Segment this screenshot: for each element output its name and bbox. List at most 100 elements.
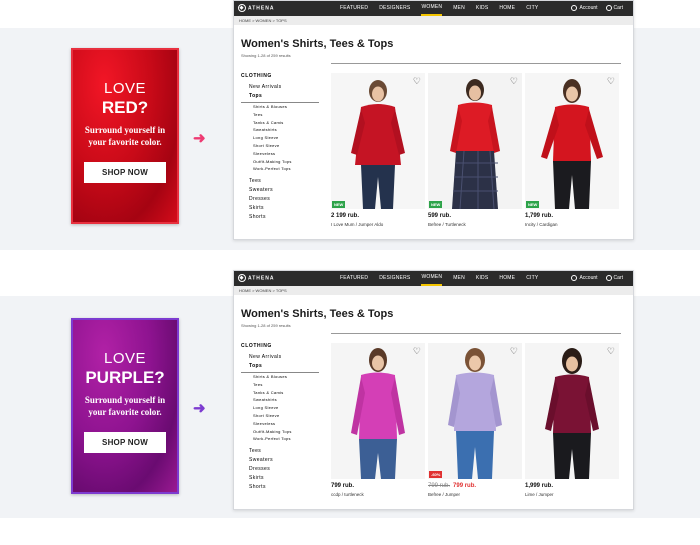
sidebar-item[interactable]: Shorts <box>241 213 319 222</box>
wishlist-heart-icon[interactable]: ♡ <box>413 346 421 357</box>
divider <box>331 333 621 334</box>
sidebar-item[interactable]: Shorts <box>241 483 319 492</box>
product-card[interactable]: ♡ 1,999 rub. Lime / Jumper <box>525 343 619 497</box>
sidebar-sub-item[interactable]: Long Sleeve <box>241 404 319 412</box>
sidebar-sub-item[interactable]: Tanks & Camis <box>241 389 319 397</box>
sidebar-sub-item[interactable]: Shirts & Blouses <box>241 373 319 381</box>
wishlist-heart-icon[interactable]: ♡ <box>413 76 421 87</box>
red-promo-ad[interactable]: LOVE RED? Surround yourself in your favo… <box>71 48 179 224</box>
product-brand[interactable]: Lime / Jumper <box>525 492 619 497</box>
logo-mark-icon: ◆ <box>238 4 246 12</box>
nav-city[interactable]: CITY <box>526 1 538 16</box>
nav-featured[interactable]: FEATURED <box>340 1 368 16</box>
sidebar-sub-item[interactable]: Long Sleeve <box>241 134 319 142</box>
product-brand[interactable]: Befree / Turtleneck <box>428 222 522 227</box>
nav-men[interactable]: MEN <box>453 271 465 286</box>
athena-logo[interactable]: ◆ ATHENA <box>238 4 274 12</box>
sidebar-sub-item[interactable]: Work-Perfect Tops <box>241 165 319 173</box>
product-grid: ♡ NEW 2 199 rub. I Love Mum / Jumper Ald… <box>331 73 622 227</box>
nav-men[interactable]: MEN <box>453 1 465 16</box>
logo-mark-icon: ◆ <box>238 274 246 282</box>
product-card[interactable]: ♡ 799 rub. ccdp / turtleneck <box>331 343 425 497</box>
ad-color-question: PURPLE? <box>85 368 165 387</box>
sidebar-item[interactable]: Tees <box>241 177 319 186</box>
sidebar-item[interactable]: Sweaters <box>241 186 319 195</box>
breadcrumb[interactable]: HOME > WOMEN > TOPS <box>234 286 633 295</box>
product-photo[interactable]: ♡ <box>331 343 425 479</box>
wishlist-heart-icon[interactable]: ♡ <box>607 76 615 87</box>
product-card[interactable]: ♡ -60% 799 rub. 799 rub. Befree / Jumper <box>428 343 522 497</box>
product-photo[interactable]: ♡ NEW <box>525 73 619 209</box>
sidebar-item-new-arrivals[interactable]: New Arrivals <box>241 353 319 362</box>
sidebar-heading: CLOTHING <box>241 73 272 79</box>
sidebar-sub-item[interactable]: Sleeveless <box>241 150 319 158</box>
account-link[interactable]: Account <box>571 1 598 16</box>
nav-women[interactable]: WOMEN <box>421 1 443 16</box>
sidebar-item[interactable]: Dresses <box>241 195 319 204</box>
sidebar-sub-item[interactable]: Outfit-Making Tops <box>241 428 319 436</box>
nav-kids[interactable]: KIDS <box>476 271 488 286</box>
product-card[interactable]: ♡ NEW 2 199 rub. I Love Mum / Jumper Ald… <box>331 73 425 227</box>
athena-logo[interactable]: ◆ ATHENA <box>238 274 274 282</box>
top-nav-bar: ◆ ATHENA FEATURED DESIGNERS WOMEN MEN KID… <box>234 1 633 16</box>
product-photo[interactable]: ♡ -60% <box>428 343 522 479</box>
sidebar-item[interactable]: Sweaters <box>241 456 319 465</box>
product-brand[interactable]: I Love Mum / Jumper Aldo <box>331 222 425 227</box>
nav-designers[interactable]: DESIGNERS <box>379 271 410 286</box>
product-photo[interactable]: ♡ NEW <box>331 73 425 209</box>
nav-women[interactable]: WOMEN <box>421 271 443 286</box>
sidebar-item-new-arrivals[interactable]: New Arrivals <box>241 83 319 92</box>
account-link[interactable]: Account <box>571 271 598 286</box>
sidebar-sub-item[interactable]: Sweatshirts <box>241 126 319 134</box>
sidebar-sub-item[interactable]: Sweatshirts <box>241 396 319 404</box>
cart-icon <box>605 274 612 281</box>
nav-kids[interactable]: KIDS <box>476 1 488 16</box>
product-photo[interactable]: ♡ NEW <box>428 73 522 209</box>
cart-icon <box>605 4 612 11</box>
sidebar-item-tops[interactable]: Tops <box>241 92 319 101</box>
product-brand[interactable]: ccdp / turtleneck <box>331 492 425 497</box>
shop-now-button[interactable]: SHOP NOW <box>84 162 166 183</box>
sidebar-item[interactable]: Tees <box>241 447 319 456</box>
nav-city[interactable]: CITY <box>526 271 538 286</box>
wishlist-heart-icon[interactable]: ♡ <box>510 76 518 87</box>
sidebar-sub-item[interactable]: Short Sleeve <box>241 412 319 420</box>
sidebar-sub-item[interactable]: Outfit-Making Tops <box>241 158 319 166</box>
product-photo[interactable]: ♡ <box>525 343 619 479</box>
purple-promo-ad[interactable]: LOVE PURPLE? Surround yourself in your f… <box>71 318 179 494</box>
nav-home[interactable]: HOME <box>499 271 515 286</box>
purple-arrow-icon: ➜ <box>193 400 206 417</box>
product-brand[interactable]: Incity / Cardigan <box>525 222 619 227</box>
product-card[interactable]: ♡ NEW 599 rub. Befree / Turtleneck <box>428 73 522 227</box>
sidebar-sub-item[interactable]: Shirts & Blouses <box>241 103 319 111</box>
sidebar-item[interactable]: Skirts <box>241 204 319 213</box>
main-nav: FEATURED DESIGNERS WOMEN MEN KIDS HOME C… <box>340 1 549 16</box>
account-icon <box>571 4 578 11</box>
sidebar-sub-item[interactable]: Work-Perfect Tops <box>241 435 319 443</box>
cart-link[interactable]: Cart <box>605 271 623 286</box>
wishlist-heart-icon[interactable]: ♡ <box>510 346 518 357</box>
cart-link[interactable]: Cart <box>605 1 623 16</box>
new-badge: NEW <box>429 201 443 208</box>
product-price: 799 rub. 799 rub. <box>428 483 522 489</box>
wishlist-heart-icon[interactable]: ♡ <box>607 346 615 357</box>
sidebar-sub-item[interactable]: Tanks & Camis <box>241 119 319 127</box>
sidebar-sub-item[interactable]: Tees <box>241 111 319 119</box>
model-figure-burgundy-jumper <box>525 343 619 479</box>
sidebar-item[interactable]: Dresses <box>241 465 319 474</box>
sidebar-sub-item[interactable]: Short Sleeve <box>241 142 319 150</box>
nav-designers[interactable]: DESIGNERS <box>379 1 410 16</box>
shop-now-button[interactable]: SHOP NOW <box>84 432 166 453</box>
sidebar-sub-item[interactable]: Sleeveless <box>241 420 319 428</box>
product-card[interactable]: ♡ NEW 1,799 rub. Incity / Cardigan <box>525 73 619 227</box>
nav-home[interactable]: HOME <box>499 1 515 16</box>
nav-featured[interactable]: FEATURED <box>340 271 368 286</box>
breadcrumb[interactable]: HOME > WOMEN > TOPS <box>234 16 633 25</box>
model-figure-red-sweater <box>331 73 425 209</box>
sidebar-item-tops[interactable]: Tops <box>241 362 319 371</box>
sidebar-item[interactable]: Skirts <box>241 474 319 483</box>
sidebar-sub-item[interactable]: Tees <box>241 381 319 389</box>
product-brand[interactable]: Befree / Jumper <box>428 492 522 497</box>
old-price: 799 rub. <box>428 483 451 489</box>
results-count: Showing 1-28 of 259 results <box>241 53 291 58</box>
